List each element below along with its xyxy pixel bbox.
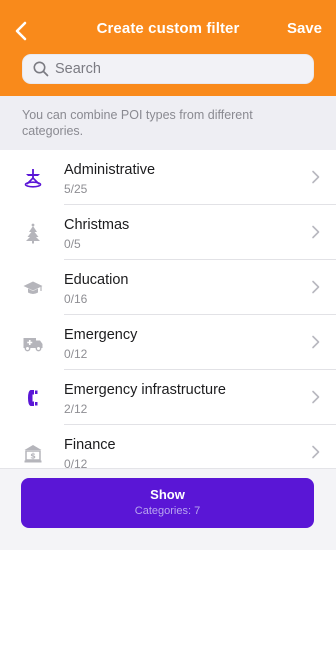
christmas-tree-icon	[22, 222, 44, 244]
save-button[interactable]: Save	[287, 20, 322, 37]
category-row-christmas[interactable]: Christmas 0/5	[0, 205, 336, 260]
category-count: 0/5	[64, 237, 81, 251]
show-button[interactable]: Show Categories: 7	[21, 478, 314, 528]
show-button-subtitle: Categories: 7	[134, 505, 201, 517]
category-row-finance[interactable]: $ Finance 0/12	[0, 425, 336, 468]
category-row-emergency-infrastructure[interactable]: Emergency infrastructure 2/12	[0, 370, 336, 425]
graduation-cap-icon	[22, 277, 44, 299]
category-row-education[interactable]: Education 0/16	[0, 260, 336, 315]
show-button-label: Show	[150, 487, 185, 502]
category-name: Administrative	[64, 162, 156, 178]
chevron-right-icon	[312, 445, 320, 459]
chevron-right-icon	[312, 335, 320, 349]
chevron-right-icon	[312, 225, 320, 239]
category-name: Emergency	[64, 327, 138, 343]
category-count: 5/25	[64, 182, 88, 196]
back-button[interactable]	[14, 16, 44, 46]
category-row-emergency[interactable]: Emergency 0/12	[0, 315, 336, 370]
category-name: Finance	[64, 437, 116, 453]
bottom-action-bar: Show Categories: 7	[0, 468, 336, 550]
emergency-phone-icon	[22, 387, 44, 409]
hint-text: You can combine POI types from different…	[0, 96, 336, 150]
category-name: Christmas	[64, 217, 130, 233]
chevron-left-icon	[15, 21, 27, 41]
top-bar: Create custom filter Save	[0, 0, 336, 96]
category-count: 0/12	[64, 347, 88, 361]
page-title: Create custom filter	[96, 20, 240, 37]
category-list: Administrative 5/25 Christmas 0/5 Educat…	[0, 150, 336, 468]
category-count: 2/12	[64, 402, 88, 416]
svg-text:$: $	[30, 452, 36, 461]
chevron-right-icon	[312, 170, 320, 184]
category-count: 0/12	[64, 457, 88, 468]
category-name: Education	[64, 272, 129, 288]
search-bar[interactable]	[22, 54, 314, 84]
bank-icon: $	[22, 442, 44, 464]
search-input[interactable]	[55, 61, 295, 77]
chevron-right-icon	[312, 280, 320, 294]
chevron-right-icon	[312, 390, 320, 404]
ambulance-icon	[22, 332, 44, 354]
category-count: 0/16	[64, 292, 88, 306]
search-icon	[33, 61, 49, 77]
town-hall-icon	[22, 167, 44, 189]
category-row-administrative[interactable]: Administrative 5/25	[0, 150, 336, 205]
category-name: Emergency infrastructure	[64, 382, 226, 398]
